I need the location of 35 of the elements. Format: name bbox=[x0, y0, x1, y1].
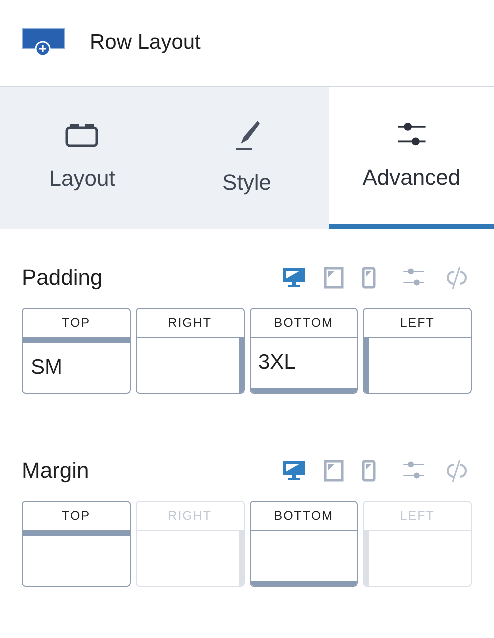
sliders-button[interactable] bbox=[402, 268, 426, 288]
panel-title: Row Layout bbox=[90, 30, 201, 56]
box-icon bbox=[65, 122, 100, 148]
desktop-icon[interactable] bbox=[282, 460, 306, 482]
side-label: TOP bbox=[23, 502, 130, 531]
side-input[interactable]: LEFT bbox=[363, 308, 472, 394]
side-label: RIGHT bbox=[136, 309, 244, 338]
side-label: LEFT bbox=[364, 502, 471, 531]
section-title: Padding bbox=[22, 264, 103, 292]
tab[interactable]: Layout bbox=[0, 87, 165, 229]
side-value: 3XL bbox=[258, 350, 296, 376]
side-label: RIGHT bbox=[136, 502, 244, 531]
sliders-icon bbox=[402, 460, 426, 480]
side-label: TOP bbox=[23, 309, 130, 338]
side-label: LEFT bbox=[364, 309, 471, 338]
sliders-button[interactable] bbox=[402, 460, 426, 480]
mobile-icon[interactable] bbox=[362, 460, 376, 482]
unlink-icon[interactable] bbox=[444, 458, 470, 482]
mobile-icon[interactable] bbox=[362, 266, 376, 288]
side-input[interactable]: BOTTOM 3XL bbox=[250, 308, 358, 394]
side-input[interactable]: TOP SM bbox=[22, 308, 131, 394]
section-title: Margin bbox=[22, 457, 90, 485]
unlink-icon[interactable] bbox=[444, 266, 470, 290]
tab[interactable]: Style bbox=[164, 87, 330, 229]
side-label: BOTTOM bbox=[250, 309, 358, 338]
side-label: BOTTOM bbox=[250, 502, 358, 531]
tablet-icon[interactable] bbox=[324, 460, 344, 482]
side-input[interactable]: RIGHT bbox=[136, 308, 244, 394]
sliders-icon bbox=[396, 122, 428, 148]
desktop-icon[interactable] bbox=[282, 266, 306, 288]
sliders-icon bbox=[402, 268, 426, 288]
side-input[interactable]: BOTTOM bbox=[250, 501, 358, 587]
side-value: SM bbox=[31, 355, 62, 382]
side-input[interactable]: TOP bbox=[22, 501, 131, 587]
tablet-icon[interactable] bbox=[324, 266, 344, 288]
